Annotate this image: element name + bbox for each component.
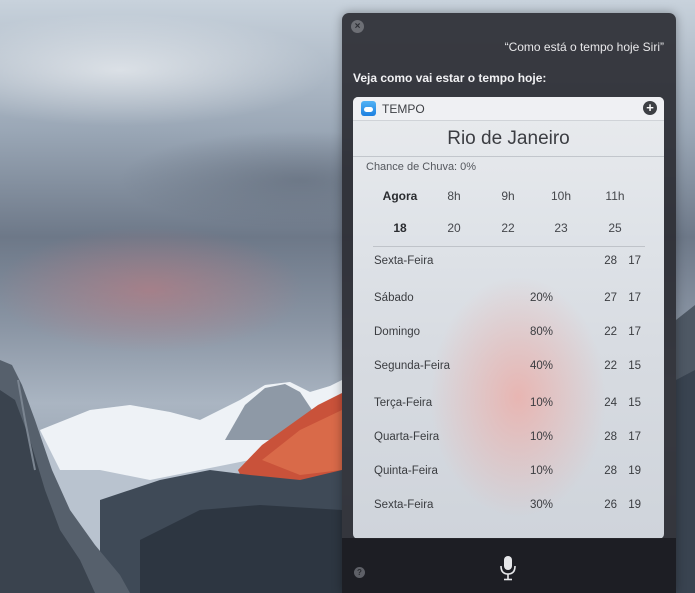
day-low: 17 (628, 292, 641, 304)
daily-row: Quarta-Feira 10% 28 17 (353, 431, 664, 447)
hour-temp: 23 (554, 221, 568, 235)
day-name: Terça-Feira (374, 397, 433, 409)
daily-row: Quinta-Feira 10% 28 19 (353, 465, 664, 481)
day-low: 17 (628, 431, 641, 443)
day-low: 19 (628, 499, 641, 511)
day-low: 15 (628, 397, 641, 409)
day-high: 26 (604, 499, 617, 511)
day-high: 28 (604, 465, 617, 477)
day-rain: 40% (529, 360, 553, 372)
hour-temp: 25 (608, 221, 622, 235)
rain-chance: Chance de Chuva: 0% (366, 161, 477, 173)
day-low: 15 (628, 360, 641, 372)
day-name: Domingo (374, 326, 421, 338)
day-low: 17 (628, 255, 641, 267)
hour-temp: 22 (501, 221, 515, 235)
weather-app-icon (361, 101, 376, 116)
hour-temp-now: 18 (393, 221, 407, 235)
plus-circle-icon[interactable]: + (643, 101, 657, 115)
siri-response-text: Veja como vai estar o tempo hoje: (353, 71, 547, 85)
daily-row: Segunda-Feira 40% 22 15 (353, 360, 664, 376)
day-rain: 30% (529, 499, 553, 511)
day-high: 28 (604, 255, 617, 267)
app-name: TEMPO (382, 102, 425, 116)
weather-card[interactable]: TEMPO + Rio de Janeiro Chance de Chuva: … (353, 97, 664, 539)
hour-label: 11h (605, 189, 625, 203)
daily-row: Sábado 20% 27 17 (353, 292, 664, 308)
hour-label: 8h (447, 189, 461, 203)
day-name: Sexta-Feira (374, 499, 434, 511)
divider (353, 156, 664, 157)
day-high: 22 (604, 360, 617, 372)
siri-bottom-bar: ? (342, 538, 676, 593)
day-rain: 10% (529, 465, 553, 477)
day-high: 28 (604, 431, 617, 443)
day-name: Sábado (374, 292, 414, 304)
day-rain: 80% (529, 326, 553, 338)
day-rain: 20% (529, 292, 553, 304)
city-name: Rio de Janeiro (447, 128, 570, 149)
hour-label-now: Agora (382, 189, 418, 203)
daily-row: Sexta-Feira 28 17 (353, 255, 664, 271)
day-name: Segunda-Feira (374, 360, 451, 372)
siri-query-text: “Como está o tempo hoje Siri” (504, 40, 664, 54)
day-high: 22 (604, 326, 617, 338)
close-icon[interactable]: × (351, 20, 364, 33)
daily-row: Terça-Feira 10% 24 15 (353, 397, 664, 413)
question-mark-icon[interactable]: ? (354, 567, 365, 578)
day-name: Sexta-Feira (374, 255, 434, 267)
day-rain: 10% (529, 397, 553, 409)
hour-temp: 20 (447, 221, 461, 235)
day-name: Quinta-Feira (374, 465, 438, 477)
day-high: 27 (604, 292, 617, 304)
card-header: TEMPO + (353, 97, 664, 121)
divider (373, 246, 645, 247)
day-name: Quarta-Feira (374, 431, 440, 443)
day-rain: 10% (529, 431, 553, 443)
day-low: 17 (628, 326, 641, 338)
siri-panel: × “Como está o tempo hoje Siri” Veja com… (342, 13, 676, 593)
daily-row: Sexta-Feira 30% 26 19 (353, 499, 664, 515)
day-low: 19 (628, 465, 641, 477)
microphone-icon[interactable] (499, 555, 517, 581)
hour-label: 10h (550, 189, 572, 203)
day-high: 24 (604, 397, 617, 409)
hour-label: 9h (501, 189, 515, 203)
daily-row: Domingo 80% 22 17 (353, 326, 664, 342)
